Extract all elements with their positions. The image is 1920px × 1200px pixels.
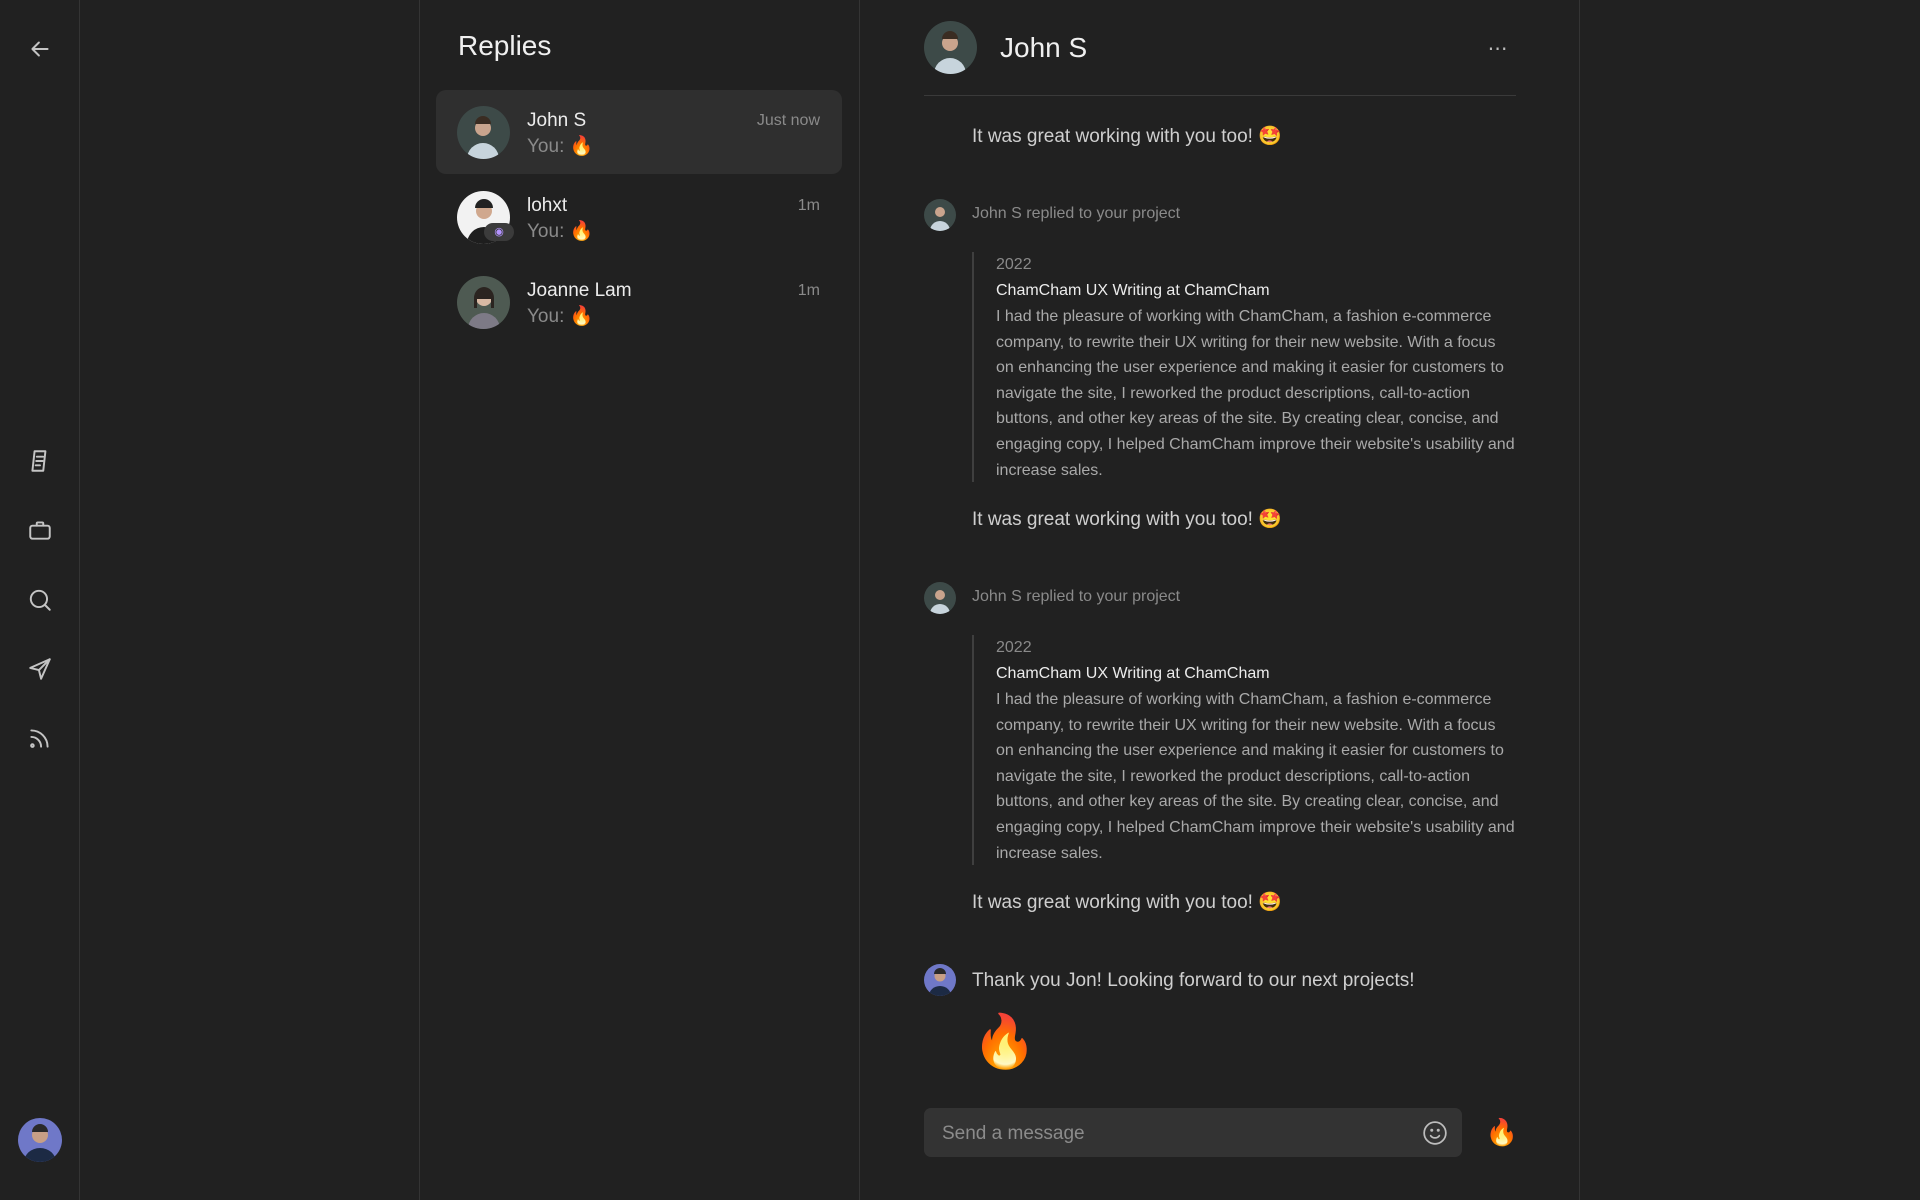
project-description: I had the pleasure of working with ChamC… (996, 691, 1515, 862)
conversation-lohxt[interactable]: ◉ lohxt You: 🔥 1m (436, 175, 842, 259)
conversation-name: Joanne Lam (527, 280, 632, 301)
chat-header: John S ⋯ (924, 0, 1516, 96)
briefcase-icon (29, 521, 51, 540)
page-title: Replies (458, 30, 552, 61)
avatar (924, 582, 956, 614)
my-message-text: Thank you Jon! Looking forward to our ne… (972, 970, 1415, 991)
project-year: 2022 (996, 639, 1032, 656)
my-avatar[interactable] (18, 1118, 62, 1162)
conversation-john-s[interactable]: John S You: 🔥 Just now (436, 90, 842, 174)
avatar (457, 106, 510, 159)
avatar (457, 276, 510, 329)
search-icon (29, 589, 51, 611)
conversation-name: John S (527, 110, 587, 131)
nav-search[interactable] (20, 580, 60, 620)
feed-icon (30, 729, 49, 748)
project-quote[interactable]: 2022 ChamCham UX Writing at ChamCham I h… (972, 635, 1516, 865)
nav-projects[interactable] (20, 510, 60, 550)
fire-emoji-message: 🔥 (972, 1013, 1037, 1071)
reply-label: John S replied to your project (972, 205, 1181, 222)
avatar (924, 199, 956, 231)
project-year: 2022 (996, 256, 1032, 273)
conversation-preview: You: 🔥 (527, 221, 594, 242)
document-icon (31, 450, 47, 472)
conversation-preview: You: 🔥 (527, 136, 594, 157)
message-text: It was great working with you too! 🤩 (972, 509, 1282, 530)
conversation-time: 1m (797, 197, 820, 214)
avatar (924, 964, 956, 996)
conversation-time: Just now (756, 112, 820, 129)
ellipsis-icon: ⋯ (1487, 37, 1509, 60)
more-options-button[interactable]: ⋯ (1480, 30, 1516, 66)
reply-label: John S replied to your project (972, 588, 1181, 605)
message-input[interactable] (940, 1108, 1404, 1159)
nav-documents[interactable] (20, 441, 60, 481)
emoji-picker-icon[interactable] (1422, 1120, 1448, 1146)
left-rail (0, 0, 80, 1200)
conversation-preview: You: 🔥 (527, 306, 594, 327)
conversation-joanne-lam[interactable]: Joanne Lam You: 🔥 1m (436, 260, 842, 344)
message-text: It was great working with you too! 🤩 (972, 126, 1282, 147)
project-title: ChamCham UX Writing at ChamCham (996, 665, 1270, 682)
message-text: It was great working with you too! 🤩 (972, 892, 1282, 913)
nav-feed[interactable] (20, 718, 60, 758)
quick-reaction-button[interactable]: 🔥 (1484, 1114, 1520, 1150)
project-title: ChamCham UX Writing at ChamCham (996, 282, 1270, 299)
conversation-time: 1m (797, 282, 820, 299)
replies-panel: Replies John S You: 🔥 Just now ◉ lohxt Y… (419, 0, 860, 1200)
conversation-name: lohxt (527, 195, 568, 216)
send-icon (29, 658, 51, 680)
chat-title: John S (1000, 32, 1088, 63)
back-button[interactable] (20, 29, 60, 69)
chat-panel: John S ⋯ It was great working with you t… (860, 0, 1580, 1200)
back-arrow-icon (31, 41, 49, 57)
community-badge: ◉ (484, 223, 514, 241)
project-quote[interactable]: 2022 ChamCham UX Writing at ChamCham I h… (972, 252, 1516, 482)
nav-messages[interactable] (20, 649, 60, 689)
message-composer (924, 1108, 1462, 1159)
avatar[interactable] (924, 21, 977, 74)
project-description: I had the pleasure of working with ChamC… (996, 308, 1515, 479)
